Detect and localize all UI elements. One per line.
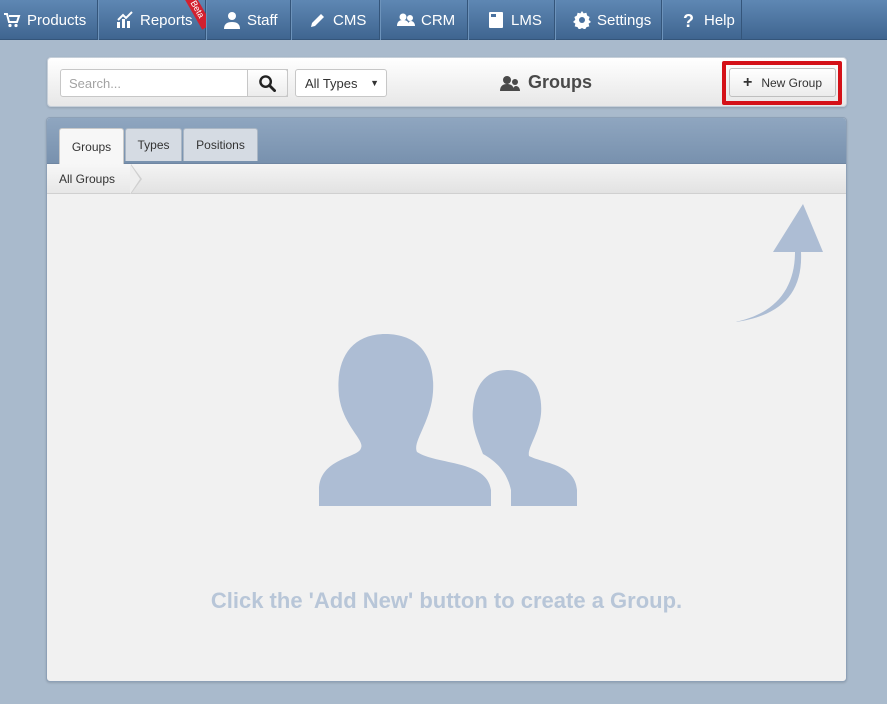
gear-icon <box>573 11 591 29</box>
nav-lms[interactable]: LMS <box>468 0 555 40</box>
svg-text:?: ? <box>683 11 694 29</box>
nav-label: LMS <box>511 11 542 29</box>
search-button[interactable] <box>247 69 288 97</box>
plus-icon: + <box>742 73 753 91</box>
chart-icon <box>116 11 134 29</box>
new-group-button[interactable]: + New Group <box>729 68 836 97</box>
breadcrumb-item-all-groups[interactable]: All Groups <box>47 164 132 193</box>
caret-down-icon: ▼ <box>370 78 379 88</box>
nav-products[interactable]: Products <box>0 0 98 40</box>
empty-state-message: Click the 'Add New' button to create a G… <box>210 588 683 613</box>
groups-placeholder-icon <box>319 334 577 506</box>
book-icon <box>487 11 505 29</box>
beta-badge: Beta <box>183 0 207 30</box>
people-icon <box>500 74 520 92</box>
breadcrumb: All Groups <box>47 164 846 194</box>
nav-label: CRM <box>421 11 456 29</box>
new-group-label: New Group <box>761 75 823 90</box>
cart-icon <box>3 11 21 29</box>
nav-crm[interactable]: CRM <box>380 0 468 40</box>
nav-label: Help <box>704 11 735 29</box>
nav-cms[interactable]: CMS <box>291 0 380 40</box>
search-icon <box>259 74 276 92</box>
page-title: Groups <box>500 72 592 93</box>
top-nav: Products Reports Beta Staff CMS CRM LMS <box>0 0 887 40</box>
nav-label: Products <box>27 11 87 29</box>
question-icon: ? <box>680 11 698 29</box>
nav-label: CMS <box>333 11 367 29</box>
person-icon <box>223 11 241 29</box>
people-icon <box>397 11 415 29</box>
groups-panel: Groups Types Positions All Groups Click … <box>46 117 847 682</box>
tab-types[interactable]: Types <box>125 128 182 161</box>
pencil-icon <box>309 11 327 29</box>
groups-toolbar: All Types ▼ Groups + New Group <box>47 57 847 107</box>
tab-groups[interactable]: Groups <box>59 128 124 164</box>
curved-arrow-icon <box>735 204 823 322</box>
nav-label: Staff <box>247 11 278 29</box>
page-title-text: Groups <box>528 72 593 92</box>
nav-staff[interactable]: Staff <box>206 0 291 40</box>
tab-positions[interactable]: Positions <box>183 128 258 161</box>
type-filter-value: All Types <box>305 75 358 91</box>
type-filter-select[interactable]: All Types ▼ <box>295 69 387 97</box>
nav-settings[interactable]: Settings <box>555 0 662 40</box>
tab-bar: Groups Types Positions <box>47 118 846 164</box>
nav-reports[interactable]: Reports Beta <box>98 0 207 40</box>
nav-label: Settings <box>597 11 652 29</box>
nav-help[interactable]: ? Help <box>662 0 742 40</box>
